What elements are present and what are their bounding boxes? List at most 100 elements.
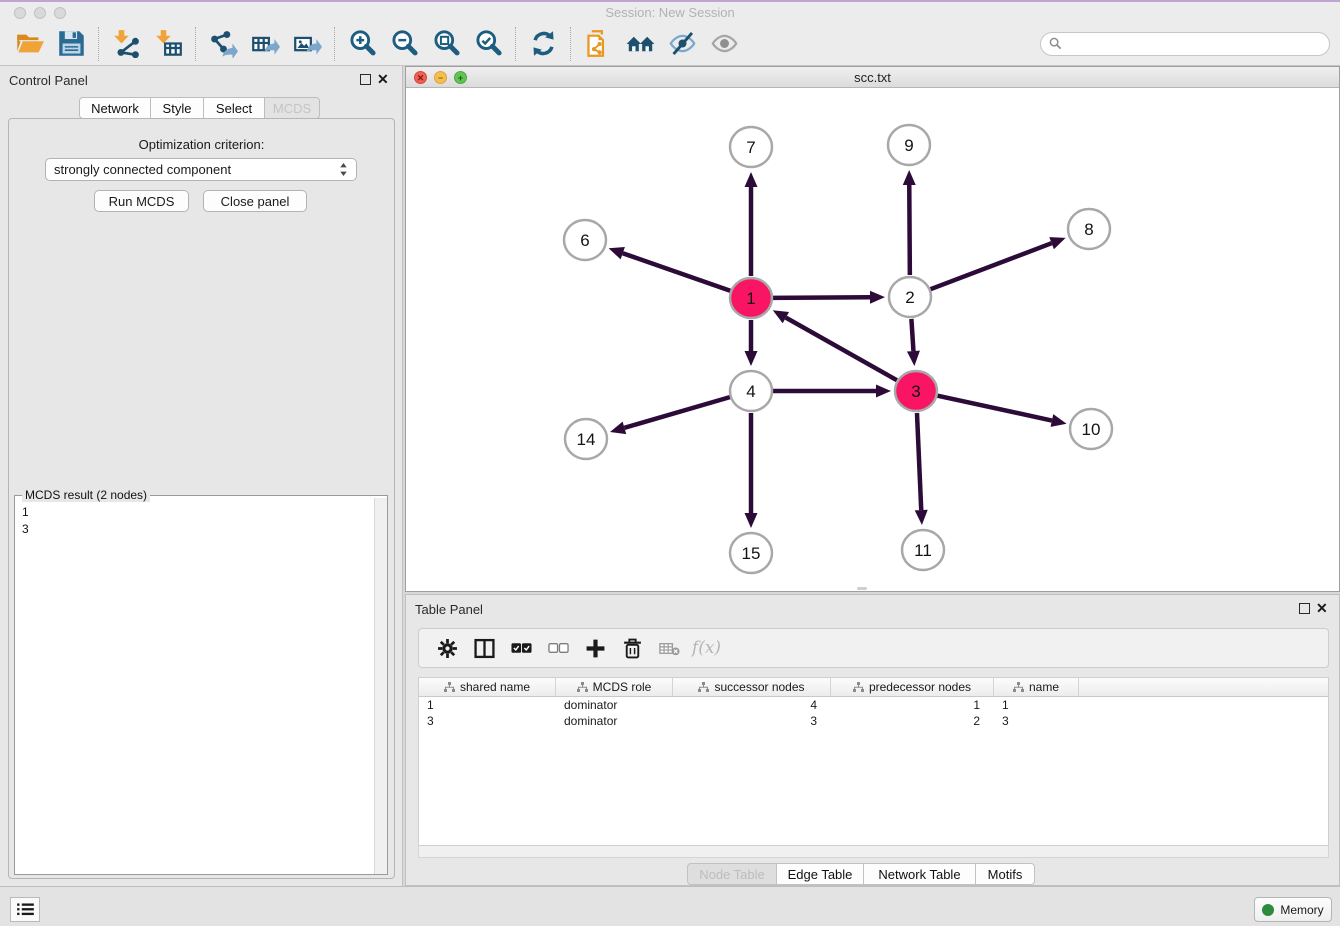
show-hidden-button[interactable] [703, 25, 745, 63]
graph-node-15[interactable]: 15 [730, 533, 772, 573]
table-horizontal-scrollbar[interactable] [418, 846, 1329, 858]
graph-node-10[interactable]: 10 [1070, 409, 1112, 449]
splitter-handle[interactable] [857, 587, 867, 590]
clone-network-button[interactable] [577, 25, 619, 63]
tab-edge-table[interactable]: Edge Table [776, 863, 864, 885]
column-header-MCDS-role[interactable]: MCDS role [556, 678, 673, 696]
zoom-out-icon [390, 29, 419, 58]
export-image-button[interactable] [286, 25, 328, 63]
zoom-selected-button[interactable] [467, 25, 509, 63]
column-namespace-icon [577, 682, 588, 693]
graph-node-4[interactable]: 4 [730, 371, 772, 411]
network-window-titlebar[interactable]: ✕ − + scc.txt [406, 67, 1339, 88]
tab-node-table[interactable]: Node Table [687, 863, 777, 885]
run-mcds-button[interactable]: Run MCDS [94, 190, 189, 212]
table-cell[interactable]: 1 [831, 697, 994, 713]
import-network-button[interactable] [105, 25, 147, 63]
graph-edge-1-4[interactable] [745, 320, 758, 366]
tab-network[interactable]: Network [79, 97, 151, 119]
graph-edge-3-10[interactable] [937, 396, 1066, 427]
tab-mcds[interactable]: MCDS [264, 97, 320, 119]
tab-network-table[interactable]: Network Table [863, 863, 976, 885]
deselect-all-button[interactable] [540, 632, 577, 664]
search-input[interactable] [1067, 34, 1329, 54]
zoom-out-button[interactable] [383, 25, 425, 63]
graph-edge-4-3[interactable] [773, 385, 891, 398]
close-panel-icon[interactable]: ✕ [377, 71, 389, 88]
neighbors-button[interactable] [619, 25, 661, 63]
export-network-button[interactable] [202, 25, 244, 63]
svg-text:1: 1 [746, 289, 755, 308]
table-cell[interactable]: dominator [556, 713, 673, 729]
graph-edge-4-15[interactable] [745, 413, 758, 528]
graph-edge-3-1[interactable] [773, 310, 897, 380]
main-titlebar: Session: New Session [0, 0, 1340, 22]
column-header-predecessor-nodes[interactable]: predecessor nodes [831, 678, 994, 696]
delete-column-button[interactable] [614, 632, 651, 664]
graph-edge-2-9[interactable] [903, 170, 916, 275]
column-namespace-icon [444, 682, 455, 693]
graph-node-1[interactable]: 1 [730, 278, 772, 318]
column-header-name[interactable]: name [994, 678, 1079, 696]
table-cell[interactable]: 3 [673, 713, 831, 729]
export-table-button[interactable] [244, 25, 286, 63]
graph-edge-2-8[interactable] [931, 237, 1066, 289]
graph-node-6[interactable]: 6 [564, 220, 606, 260]
float-panel-icon[interactable] [360, 74, 371, 85]
graph-node-7[interactable]: 7 [730, 127, 772, 167]
float-panel-icon[interactable] [1299, 603, 1310, 614]
graph-edge-2-3[interactable] [907, 319, 920, 366]
table-panel-header: Table Panel ✕ [406, 595, 1339, 623]
function-builder-button[interactable]: f(x) [688, 632, 725, 664]
select-all-button[interactable] [503, 632, 540, 664]
table-cell[interactable]: 1 [419, 697, 556, 713]
graph-edge-4-14[interactable] [610, 397, 730, 434]
hide-selected-button[interactable] [661, 25, 703, 63]
table-cell[interactable]: 3 [994, 713, 1079, 729]
graph-node-2[interactable]: 2 [889, 277, 931, 317]
zoom-fit-button[interactable] [425, 25, 467, 63]
import-table-button[interactable] [147, 25, 189, 63]
result-scrollbar[interactable] [374, 498, 387, 874]
network-canvas[interactable]: 7 9 6 8 1 2 4 3 14 10 15 11 [406, 88, 1339, 591]
table-cell[interactable]: 3 [419, 713, 556, 729]
search-field[interactable] [1040, 32, 1330, 56]
list-icon [17, 903, 34, 916]
graph-node-11[interactable]: 11 [902, 530, 944, 570]
tab-style[interactable]: Style [150, 97, 204, 119]
graph-node-14[interactable]: 14 [565, 419, 607, 459]
task-history-button[interactable] [10, 897, 40, 922]
optimization-criterion-select[interactable]: strongly connected component [45, 158, 357, 181]
close-panel-icon[interactable]: ✕ [1316, 600, 1328, 617]
tab-select[interactable]: Select [203, 97, 265, 119]
table-settings-button[interactable] [429, 632, 466, 664]
graph-node-9[interactable]: 9 [888, 125, 930, 165]
column-header-successor-nodes[interactable]: successor nodes [673, 678, 831, 696]
svg-text:15: 15 [742, 544, 761, 563]
mcds-result-text[interactable]: 1 3 [15, 498, 374, 874]
table-row[interactable]: 3dominator323 [419, 713, 1328, 729]
graph-node-8[interactable]: 8 [1068, 209, 1110, 249]
add-column-button[interactable] [577, 632, 614, 664]
mcds-panel: Optimization criterion: strongly connect… [8, 118, 395, 879]
graph-edge-3-11[interactable] [915, 413, 928, 525]
save-session-button[interactable] [50, 25, 92, 63]
graph-edge-1-2[interactable] [773, 291, 885, 304]
split-view-button[interactable] [466, 632, 503, 664]
graph-edge-1-6[interactable] [609, 247, 731, 291]
memory-button[interactable]: Memory [1254, 897, 1332, 922]
zoom-in-button[interactable] [341, 25, 383, 63]
column-header-shared-name[interactable]: shared name [419, 678, 556, 696]
delete-table-button[interactable] [651, 632, 688, 664]
table-cell[interactable]: 4 [673, 697, 831, 713]
graph-node-3[interactable]: 3 [895, 371, 937, 411]
apply-layout-button[interactable] [522, 25, 564, 63]
table-cell[interactable]: 2 [831, 713, 994, 729]
table-cell[interactable]: 1 [994, 697, 1079, 713]
table-row[interactable]: 1dominator411 [419, 697, 1328, 713]
tab-motifs[interactable]: Motifs [975, 863, 1035, 885]
open-session-button[interactable] [8, 25, 50, 63]
close-panel-button[interactable]: Close panel [203, 190, 307, 212]
graph-edge-1-7[interactable] [745, 172, 758, 276]
table-cell[interactable]: dominator [556, 697, 673, 713]
